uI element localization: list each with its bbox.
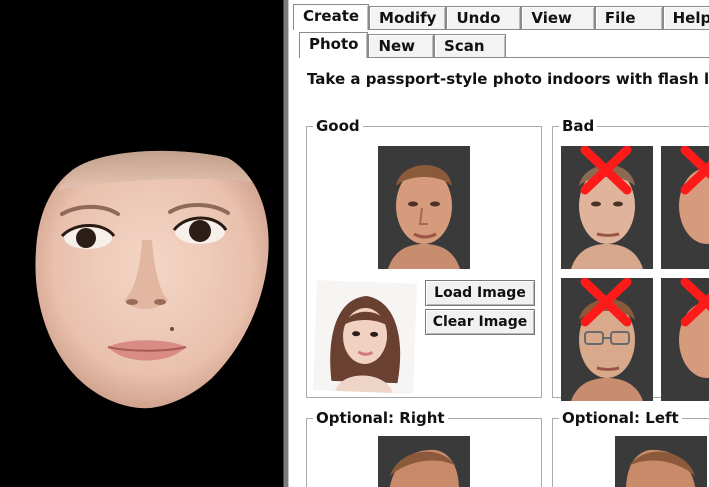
tab-scan[interactable]: Scan: [434, 34, 506, 58]
main-tabbar: Create Modify Undo View File Help: [293, 4, 709, 30]
create-panel: Create Modify Undo View File Help Photo …: [289, 0, 709, 487]
tab-modify[interactable]: Modify: [369, 6, 447, 30]
optional-left-photo: [615, 436, 707, 487]
bad-example-group: Bad: [552, 117, 709, 401]
face-model-render: [35, 150, 269, 409]
tab-undo[interactable]: Undo: [446, 6, 522, 30]
tab-help[interactable]: Help: [662, 6, 709, 30]
bad-example-photo-1: [561, 146, 653, 269]
tab-create[interactable]: Create: [293, 4, 370, 30]
bad-example-photo-4: [661, 278, 709, 401]
good-example-group: Good Load Image Clear Image: [306, 118, 542, 398]
load-image-button[interactable]: Load Image: [425, 280, 535, 306]
bad-example-photo-3: [561, 278, 653, 401]
bad-group-label: Bad: [562, 117, 595, 135]
instruction-text: Take a passport-style photo indoors with…: [307, 70, 709, 88]
sub-tabbar: Photo New Scan: [299, 32, 506, 58]
tab-view[interactable]: View: [521, 6, 595, 30]
bad-example-photo-2: [661, 146, 709, 269]
clear-image-button[interactable]: Clear Image: [425, 309, 535, 335]
optional-right-label: Optional: Right: [316, 409, 445, 427]
good-example-photo: [378, 146, 470, 269]
good-group-label: Good: [316, 117, 360, 135]
tab-file[interactable]: File: [594, 6, 663, 30]
optional-right-photo: [378, 436, 470, 487]
face-3d-viewport[interactable]: [0, 0, 283, 487]
tab-photo[interactable]: Photo: [299, 32, 369, 58]
optional-left-group: Optional: Left: [552, 410, 709, 487]
optional-right-group: Optional: Right: [306, 410, 542, 487]
loaded-user-photo: [313, 280, 417, 394]
tab-new[interactable]: New: [368, 34, 435, 58]
optional-left-label: Optional: Left: [562, 409, 679, 427]
